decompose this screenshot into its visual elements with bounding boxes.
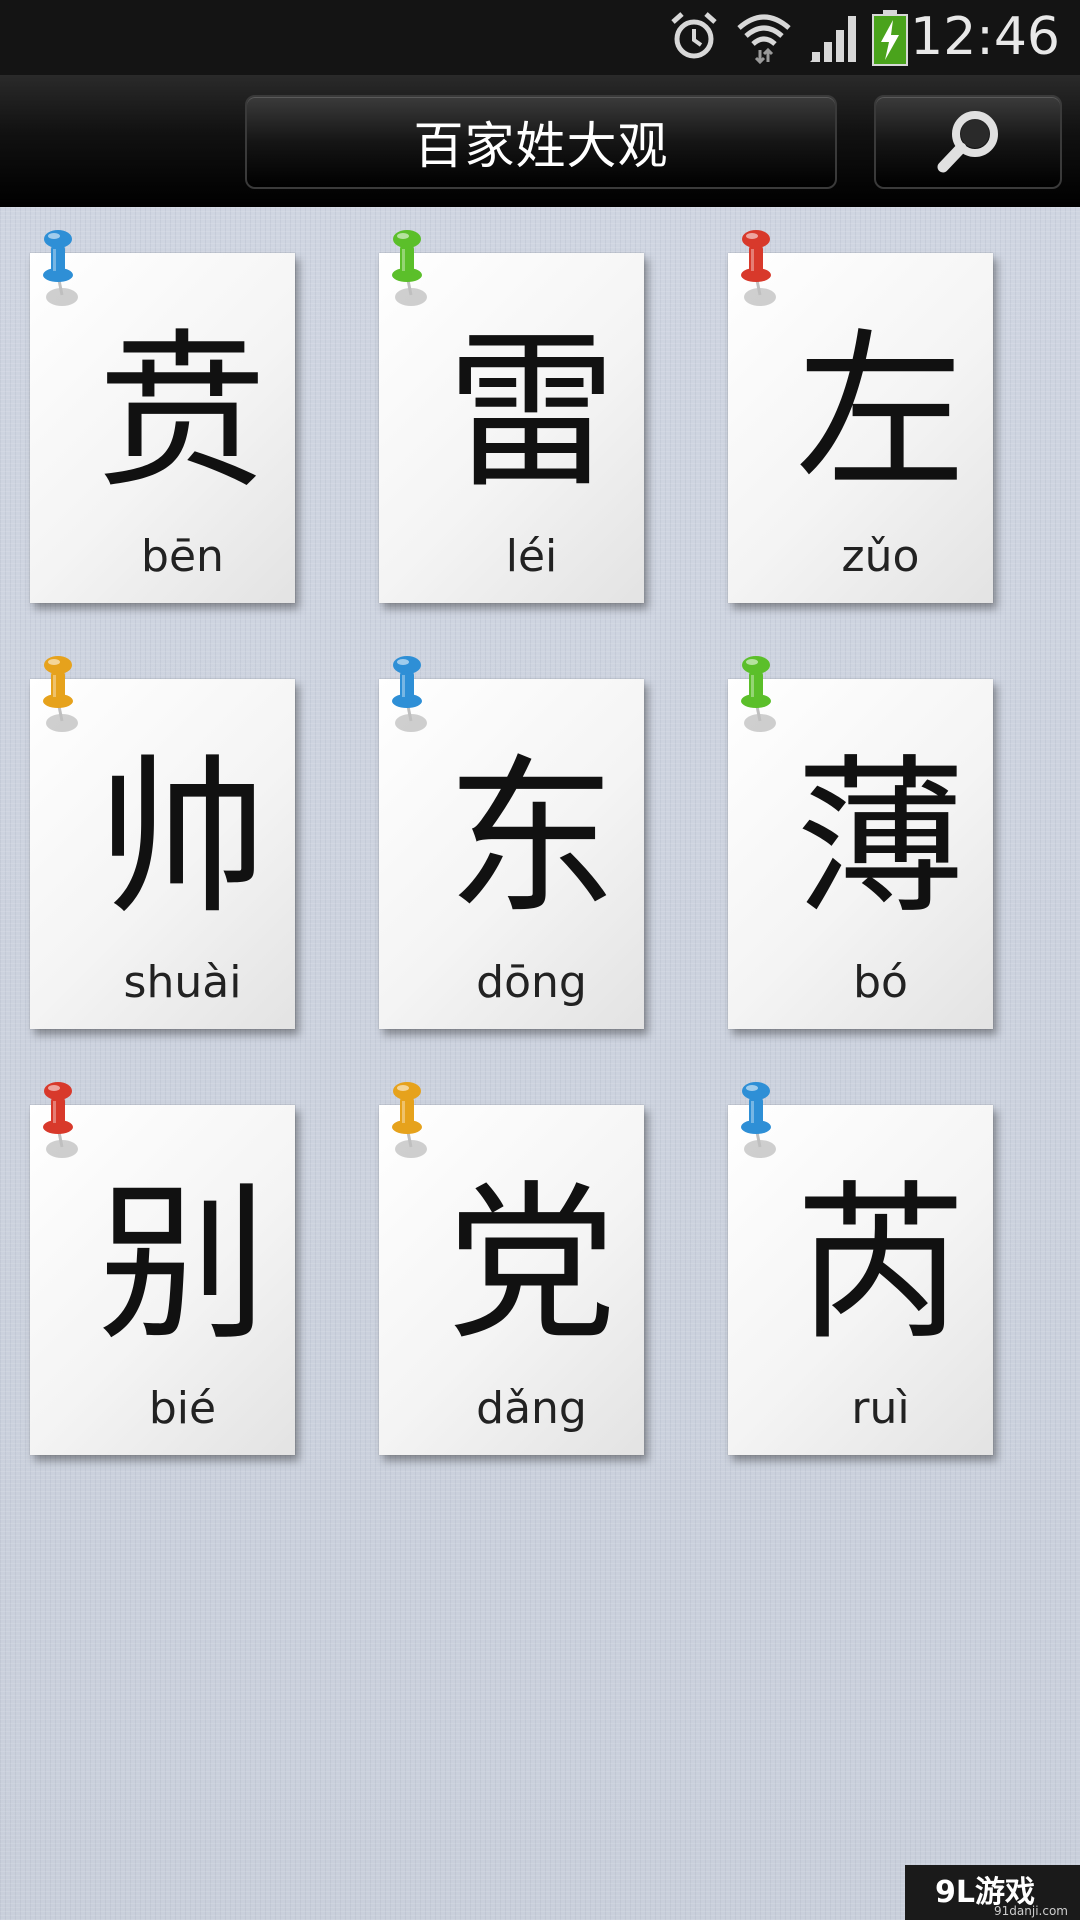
page-title: 百家姓大观	[413, 117, 669, 175]
surname-pinyin: bēn	[141, 531, 224, 582]
pushpin-icon	[43, 1082, 78, 1158]
status-time: 12:46	[910, 7, 1060, 67]
alarm-icon	[671, 12, 717, 59]
surname-card[interactable]: 东 dōng	[379, 656, 644, 1029]
surname-card[interactable]: 贲 bēn	[30, 230, 295, 603]
surname-character: 帅	[97, 740, 268, 938]
surname-card[interactable]: 芮 ruì	[728, 1082, 993, 1455]
pushpin-icon	[741, 656, 776, 732]
surname-pinyin: léi	[505, 531, 558, 582]
surname-card[interactable]: 别 bié	[30, 1082, 295, 1455]
wifi-icon	[737, 14, 791, 65]
battery-charging-icon	[872, 10, 908, 66]
surname-card[interactable]: 党 dǎng	[379, 1082, 644, 1455]
surname-pinyin: bié	[148, 1383, 217, 1434]
surname-character: 芮	[795, 1166, 966, 1364]
surname-character: 左	[795, 314, 966, 512]
surname-pinyin: dōng	[476, 957, 587, 1008]
signal-icon	[810, 16, 856, 62]
pushpin-icon	[43, 656, 78, 732]
surname-pinyin: dǎng	[476, 1383, 587, 1434]
pushpin-icon	[392, 230, 427, 306]
surname-card[interactable]: 雷 léi	[379, 230, 644, 603]
watermark-url: 91danji.com	[994, 1904, 1068, 1918]
surname-card[interactable]: 薄 bó	[728, 656, 993, 1029]
pushpin-icon	[741, 1082, 776, 1158]
pushpin-icon	[43, 230, 78, 306]
surname-pinyin: ruì	[851, 1383, 910, 1434]
surname-character: 党	[446, 1166, 617, 1364]
pushpin-icon	[392, 656, 427, 732]
pushpin-icon	[741, 230, 776, 306]
surname-board: 贲 bēn 雷 léi 左 zǔo 帅 shuài 东 dōng 薄 bó 别 bié 党 dǎng 芮 ruì	[0, 207, 1080, 1920]
title-box: 百家姓大观	[245, 95, 837, 189]
surname-character: 别	[97, 1166, 268, 1364]
search-icon	[937, 111, 998, 173]
surname-pinyin: bó	[853, 957, 908, 1008]
surname-character: 东	[446, 740, 617, 938]
surname-card[interactable]: 左 zǔo	[728, 230, 993, 603]
title-bar: 百家姓大观	[0, 75, 1080, 207]
status-bar: 12:46	[0, 0, 1080, 75]
watermark: 9L游戏 91danji.com	[905, 1865, 1080, 1920]
surname-character: 贲	[97, 314, 268, 512]
surname-pinyin: zǔo	[841, 531, 920, 582]
search-button[interactable]	[874, 95, 1062, 189]
surname-pinyin: shuài	[123, 957, 242, 1008]
surname-character: 雷	[446, 314, 617, 512]
surname-character: 薄	[795, 740, 966, 938]
pushpin-icon	[392, 1082, 427, 1158]
surname-card[interactable]: 帅 shuài	[30, 656, 295, 1029]
